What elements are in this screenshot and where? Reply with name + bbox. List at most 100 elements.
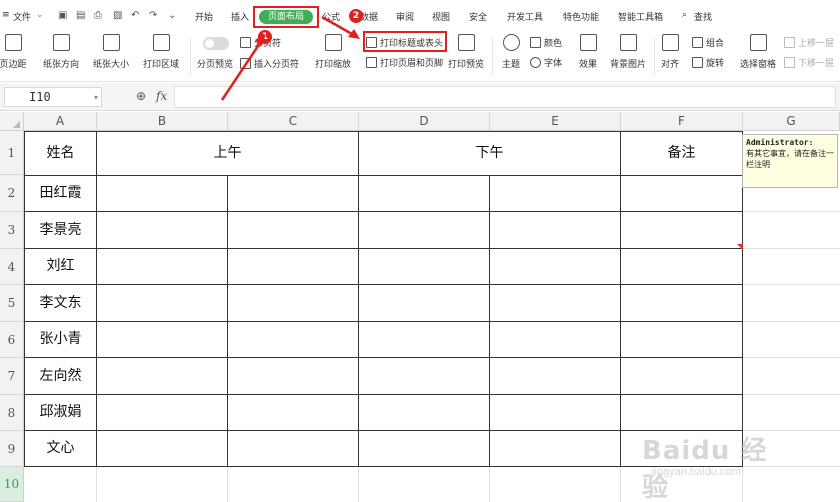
cell-morning-1[interactable] <box>97 249 228 285</box>
paper-size-button[interactable]: 纸张大小 <box>88 34 134 70</box>
cell-remarks[interactable] <box>621 176 743 212</box>
cell-remarks[interactable] <box>621 249 743 285</box>
cell-afternoon-1[interactable] <box>359 176 490 212</box>
print-scale-button[interactable]: 打印缩放 <box>308 34 358 70</box>
tab-smart-tools[interactable]: 智能工具箱 <box>618 10 663 23</box>
search-label[interactable]: 查找 <box>694 10 712 23</box>
formula-input[interactable] <box>174 86 836 108</box>
rotate-button[interactable]: 旋转 <box>692 56 724 69</box>
cell-morning-1[interactable] <box>97 358 228 395</box>
cell-morning-1[interactable] <box>97 395 228 431</box>
header-cell-remarks[interactable]: 备注 <box>621 132 743 176</box>
header-cell-morning[interactable]: 上午 <box>97 132 359 176</box>
cell-morning-1[interactable] <box>97 431 228 467</box>
print-preview-button[interactable]: 打印预览 <box>444 34 488 70</box>
row-header-10[interactable]: 10 <box>0 467 24 502</box>
row-header-9[interactable]: 9 <box>0 431 24 467</box>
cell-remarks[interactable] <box>621 322 743 358</box>
cell-morning-2[interactable] <box>228 212 359 249</box>
tab-developer[interactable]: 开发工具 <box>507 10 543 23</box>
cell-morning-1[interactable] <box>97 176 228 212</box>
cell-morning-1[interactable] <box>97 212 228 249</box>
column-header-c[interactable]: C <box>228 112 359 131</box>
row-header-1[interactable]: 1 <box>0 131 24 175</box>
header-cell-afternoon[interactable]: 下午 <box>359 132 621 176</box>
cell-morning-2[interactable] <box>228 249 359 285</box>
cell-morning-2[interactable] <box>228 176 359 212</box>
cell-name[interactable]: 邱淑娟 <box>25 395 97 431</box>
menu-file[interactable]: 文件 <box>13 10 31 23</box>
effects-button[interactable]: 效果 <box>572 34 604 70</box>
orientation-button[interactable]: 纸张方向 <box>38 34 84 70</box>
row-header-6[interactable]: 6 <box>0 322 24 358</box>
cell-name[interactable]: 刘红 <box>25 249 97 285</box>
cell-afternoon-2[interactable] <box>490 249 621 285</box>
theme-button[interactable]: 主题 <box>496 34 526 70</box>
tab-home[interactable]: 开始 <box>195 10 213 23</box>
cell-morning-2[interactable] <box>228 395 359 431</box>
cell-afternoon-1[interactable] <box>359 285 490 322</box>
redo-icon[interactable]: ↷ <box>149 11 160 21</box>
row-header-7[interactable]: 7 <box>0 358 24 395</box>
tab-review[interactable]: 审阅 <box>396 10 414 23</box>
cell-afternoon-2[interactable] <box>490 212 621 249</box>
insert-page-break-button[interactable]: 插入分页符 <box>240 57 299 70</box>
tab-features[interactable]: 特色功能 <box>563 10 599 23</box>
row-header-8[interactable]: 8 <box>0 395 24 431</box>
tab-insert[interactable]: 插入 <box>231 10 249 23</box>
undo-icon[interactable]: ↶ <box>131 11 142 21</box>
column-header-g[interactable]: G <box>743 112 840 131</box>
background-button[interactable]: 背景图片 <box>606 34 650 70</box>
column-header-b[interactable]: B <box>97 112 228 131</box>
zoom-icon[interactable]: ⊕ <box>136 89 146 103</box>
cell-remarks[interactable] <box>621 358 743 395</box>
margins-button[interactable]: 页边距 <box>0 34 30 70</box>
fx-icon[interactable]: fx <box>156 89 167 103</box>
header-footer-button[interactable]: 打印页眉和页脚 <box>366 56 443 69</box>
cell-morning-2[interactable] <box>228 285 359 322</box>
comment-indicator[interactable] <box>737 244 743 250</box>
cell-afternoon-2[interactable] <box>490 395 621 431</box>
cell-afternoon-1[interactable] <box>359 431 490 467</box>
chevron-down-icon[interactable]: ▾ <box>94 93 98 102</box>
row-header-5[interactable]: 5 <box>0 285 24 322</box>
save-icon[interactable]: ▣ <box>58 11 69 21</box>
column-header-a[interactable]: A <box>24 112 97 131</box>
more-icon[interactable]: ⌄ <box>168 11 179 21</box>
cell-remarks[interactable] <box>621 212 743 249</box>
cell-afternoon-2[interactable] <box>490 322 621 358</box>
cell-afternoon-2[interactable] <box>490 176 621 212</box>
print-preview-icon[interactable]: ▧ <box>113 11 124 21</box>
selection-pane-button[interactable]: 选择窗格 <box>738 34 778 70</box>
cell-morning-1[interactable] <box>97 322 228 358</box>
fonts-button[interactable]: 字体 <box>530 56 562 69</box>
cell-comment[interactable]: Administrator: 有其它事宜，请在备注一栏注明 <box>742 134 838 188</box>
cell-name[interactable]: 文心 <box>25 431 97 467</box>
send-backward-button[interactable]: 下移一层 <box>784 56 834 69</box>
select-all-corner[interactable] <box>0 112 24 131</box>
name-box[interactable]: I10 <box>4 87 102 107</box>
print-icon[interactable]: ⎙ <box>94 11 105 21</box>
tab-security[interactable]: 安全 <box>469 10 487 23</box>
header-cell-name[interactable]: 姓名 <box>25 132 97 176</box>
tab-view[interactable]: 视图 <box>432 10 450 23</box>
column-header-d[interactable]: D <box>359 112 490 131</box>
cell-name[interactable]: 李景亮 <box>25 212 97 249</box>
cell-name[interactable]: 李文东 <box>25 285 97 322</box>
page-preview-label[interactable]: 分页预览 <box>197 57 233 70</box>
column-header-e[interactable]: E <box>490 112 621 131</box>
page-preview-toggle[interactable] <box>203 37 229 50</box>
cell-afternoon-1[interactable] <box>359 249 490 285</box>
column-header-f[interactable]: F <box>621 112 743 131</box>
align-button[interactable]: 对齐 <box>656 34 684 70</box>
cell-name[interactable]: 田红霞 <box>25 176 97 212</box>
cell-afternoon-1[interactable] <box>359 395 490 431</box>
cell-remarks[interactable] <box>621 285 743 322</box>
cell-name[interactable]: 张小青 <box>25 322 97 358</box>
tab-formulas[interactable]: 公式 <box>322 10 340 23</box>
chevron-down-icon[interactable]: ⌄ <box>36 10 44 20</box>
cell-afternoon-1[interactable] <box>359 358 490 395</box>
print-area-button[interactable]: 打印区域 <box>138 34 184 70</box>
row-header-4[interactable]: 4 <box>0 249 24 285</box>
cell-afternoon-1[interactable] <box>359 212 490 249</box>
